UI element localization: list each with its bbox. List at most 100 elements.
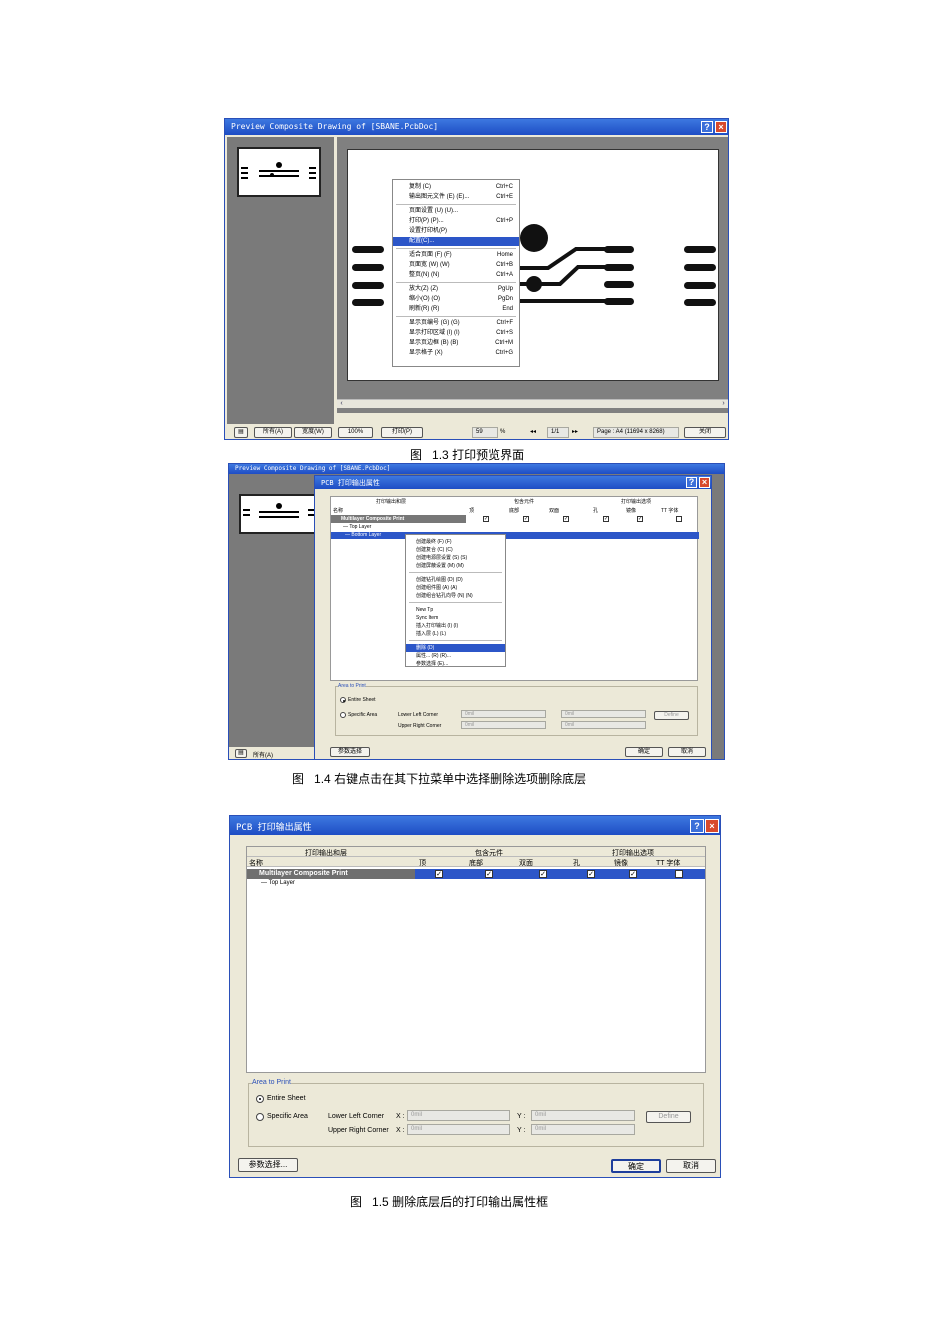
check-top[interactable]: ✓ <box>435 870 443 878</box>
thumbnail-toggle-button[interactable]: ▤ <box>234 427 248 438</box>
fig14-close-icon[interactable]: × <box>699 477 710 488</box>
dialog-close-icon[interactable]: × <box>705 819 719 833</box>
page-thumbnail[interactable] <box>237 147 321 197</box>
first-page-icon[interactable]: ◂◂ <box>530 428 536 435</box>
preview-menu-item[interactable]: 放大(Z) (Z) PgUp <box>393 285 519 294</box>
check-mirror[interactable]: ✓ <box>629 870 637 878</box>
fig14-ll-x[interactable]: 0mil <box>461 710 546 718</box>
ok-button[interactable]: 确定 <box>611 1159 661 1173</box>
fig14-ll-y[interactable]: 0mil <box>561 710 646 718</box>
fig14-radio-entire[interactable] <box>340 697 346 703</box>
preview-menu-item[interactable]: 页面设置 (U) (U)... <box>393 207 519 216</box>
fig14-check-bottom[interactable]: ✓ <box>523 516 529 522</box>
fig14-layer-context-menu: 创建最终 (F) (F) 创建复合 (C) (C) 创建电源层设置 (S) (S) 创… <box>405 534 506 667</box>
preview-menu-item-shortcut: Ctrl+C <box>495 184 513 190</box>
fig14-help-icon[interactable]: ? <box>686 477 697 488</box>
fig14-check-double[interactable]: ✓ <box>563 516 569 522</box>
upper-right-label: Upper Right Corner <box>328 1127 389 1134</box>
layer-menu-item[interactable]: 创建组合钻孔向导 (N) (N) <box>406 592 505 600</box>
fig14-row-bottom-layer[interactable]: — Bottom Layer <box>331 532 699 539</box>
preferences-button[interactable]: 参数选择... <box>238 1158 298 1172</box>
check-double[interactable]: ✓ <box>539 870 547 878</box>
fig14-check-tt[interactable] <box>676 516 682 522</box>
layer-menu-item[interactable]: 参数选择 (E)... <box>406 660 505 668</box>
fig14-check-top[interactable]: ✓ <box>483 516 489 522</box>
preview-menu-item[interactable]: 输出图元文件 (E) (E)... Ctrl+E <box>393 193 519 202</box>
help-icon[interactable]: ? <box>701 121 713 133</box>
preview-menu-item[interactable]: 显示格子 (X) Ctrl+G <box>393 349 519 358</box>
preview-menu-item[interactable]: 设置打印机(P) <box>393 227 519 236</box>
page-info-display: Page : A4 (11694 x 8268) <box>593 427 679 438</box>
layer-menu-item[interactable]: 属性... (R) (R)... <box>406 652 505 660</box>
preview-menu-item[interactable]: 刷新(R) (R) End <box>393 305 519 314</box>
row-top-layer[interactable]: — Top Layer <box>261 880 295 886</box>
preview-menu-separator <box>396 316 516 317</box>
layer-menu-item-label: 插入打印输出 (I) (I) <box>416 623 459 629</box>
horizontal-scrollbar[interactable]: ‹ › <box>337 399 728 408</box>
preview-menu-item[interactable]: 页面宽 (W) (W) Ctrl+B <box>393 261 519 270</box>
layer-menu-item[interactable]: 创建最终 (F) (F) <box>406 538 505 546</box>
preview-menu-item[interactable]: 显示页边框 (B) (B) Ctrl+M <box>393 339 519 348</box>
fig14-thumb-toggle[interactable]: ▤ <box>235 749 247 758</box>
layer-menu-item[interactable]: New Tp <box>406 606 505 614</box>
fig14-ok-button[interactable]: 确定 <box>625 747 663 757</box>
last-page-icon[interactable]: ▸▸ <box>572 428 578 435</box>
fig14-row-composite[interactable]: Multilayer Composite Print <box>331 515 466 523</box>
radio-entire-sheet[interactable] <box>256 1095 264 1103</box>
zoom-input[interactable]: 59 <box>472 427 498 438</box>
fig14-entire-label: Entire Sheet <box>348 697 376 703</box>
ll-y-input[interactable]: 0mil <box>531 1110 635 1121</box>
layer-menu-item[interactable]: 创建组件图 (A) (A) <box>406 584 505 592</box>
entire-sheet-label: Entire Sheet <box>267 1095 306 1102</box>
fig14-row-top-layer[interactable]: — Top Layer <box>343 524 371 530</box>
preview-menu-item[interactable]: 打印(P) (P)... Ctrl+P <box>393 217 519 226</box>
ur-x-input[interactable]: 0mil <box>407 1124 510 1135</box>
fig14-bg-window-title: Preview Composite Drawing of [SBANE.PcbD… <box>235 465 391 472</box>
fig14-check-mirror[interactable]: ✓ <box>637 516 643 522</box>
check-holes[interactable]: ✓ <box>587 870 595 878</box>
preview-menu-item[interactable]: 适合页面 (F) (F) Home <box>393 251 519 260</box>
scroll-right-arrow[interactable]: › <box>719 400 728 408</box>
zoom-100-button[interactable]: 100% <box>338 427 373 438</box>
layer-menu-item[interactable]: 创建钻孔绘图 (D) (D) <box>406 576 505 584</box>
layer-menu-item[interactable]: 插入打印输出 (I) (I) <box>406 622 505 630</box>
fig14-ur-y[interactable]: 0mil <box>561 721 646 729</box>
fit-width-button[interactable]: 宽度(W) <box>294 427 332 438</box>
layer-menu-item[interactable]: 创建电源层设置 (S) (S) <box>406 554 505 562</box>
check-tt[interactable] <box>675 870 683 878</box>
fig14-prefs-button[interactable]: 参数选择 <box>330 747 370 757</box>
layer-menu-item[interactable]: Sync Item <box>406 614 505 622</box>
define-button[interactable]: Define <box>646 1111 691 1123</box>
dialog-title: PCB 打印输出属性 <box>236 823 312 833</box>
dialog-help-icon[interactable]: ? <box>690 819 704 833</box>
fig14-area-legend: Area to Print <box>338 683 366 689</box>
ll-x-input[interactable]: 0mil <box>407 1110 510 1121</box>
fig14-ur-x[interactable]: 0mil <box>461 721 546 729</box>
preview-menu-item[interactable]: 配置(C)... <box>393 237 519 246</box>
layer-menu-item[interactable]: 创建屏蔽设置 (M) (M) <box>406 562 505 570</box>
fit-all-button[interactable]: 所有(A) <box>254 427 292 438</box>
preview-menu-item[interactable]: 显示页编号 (G) (G) Ctrl+F <box>393 319 519 328</box>
ur-y-input[interactable]: 0mil <box>531 1124 635 1135</box>
preview-menu-item[interactable]: 缩小(O) (O) PgDn <box>393 295 519 304</box>
row-composite-name[interactable]: Multilayer Composite Print <box>247 869 415 879</box>
layer-menu-item[interactable]: 插入层 (L) (L) <box>406 630 505 638</box>
preview-menu-item[interactable]: 复制 (C) Ctrl+C <box>393 183 519 192</box>
fig14-define-button[interactable]: Define <box>654 711 689 720</box>
scroll-left-arrow[interactable]: ‹ <box>337 400 346 408</box>
check-bottom[interactable]: ✓ <box>485 870 493 878</box>
preview-menu-item[interactable]: 显示打印区域 (I) (I) Ctrl+S <box>393 329 519 338</box>
fig14-check-holes[interactable]: ✓ <box>603 516 609 522</box>
fig14-radio-specific[interactable] <box>340 712 346 718</box>
close-icon[interactable]: × <box>715 121 727 133</box>
preview-menu-item[interactable]: 整页(N) (N) Ctrl+A <box>393 271 519 280</box>
fig14-col-mirror: 镜像 <box>626 508 637 514</box>
page-number-input[interactable]: 1/1 <box>547 427 569 438</box>
fig14-cancel-button[interactable]: 取消 <box>668 747 706 757</box>
radio-specific-area[interactable] <box>256 1113 264 1121</box>
layer-menu-item[interactable]: 删除 (D) <box>406 644 505 652</box>
close-preview-button[interactable]: 关闭 <box>684 427 726 438</box>
layer-menu-item[interactable]: 创建复合 (C) (C) <box>406 546 505 554</box>
print-button[interactable]: 打印(P) <box>381 427 423 438</box>
cancel-button[interactable]: 取消 <box>666 1159 716 1173</box>
